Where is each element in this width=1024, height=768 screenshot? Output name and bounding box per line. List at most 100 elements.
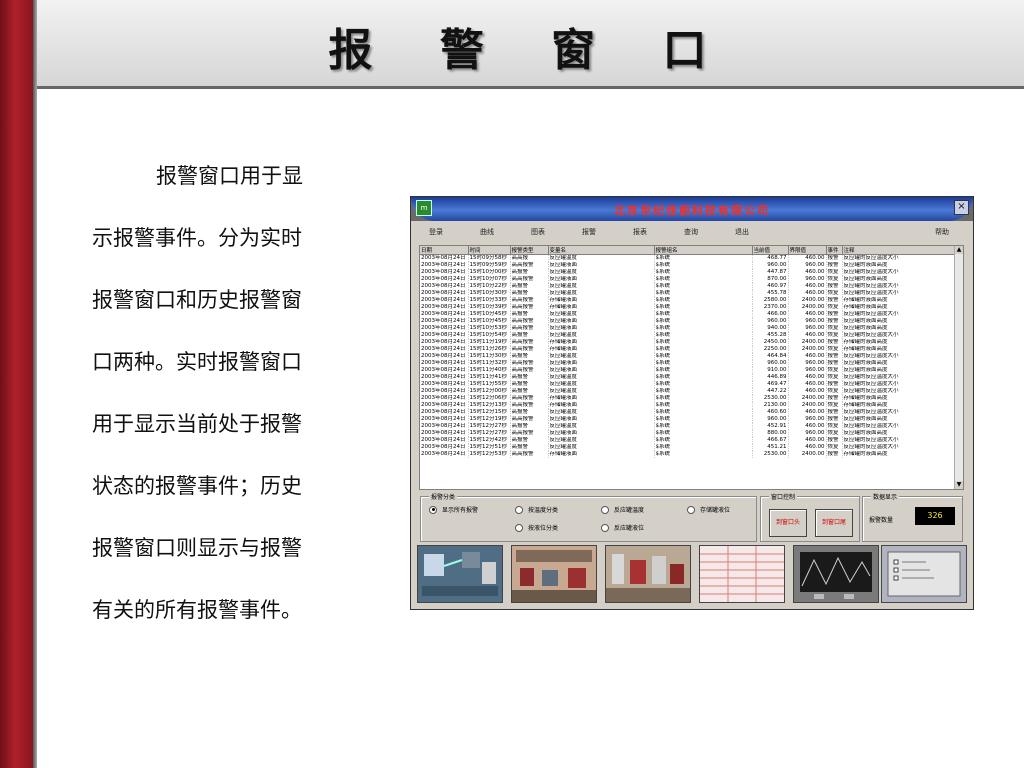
table-row[interactable]: 2003年08月24日 15时10分30秒 高报警 反应罐温度 $系统 455.78 460… [420, 290, 955, 297]
table-cell: 15时12分51秒 [468, 444, 511, 451]
table-cell: 恢复 [826, 374, 843, 381]
to-window-head-button[interactable]: 到窗口头 [769, 509, 807, 537]
table-row[interactable]: 2003年08月24日 15时09分58秒 高高报 反应罐温度 $系统 468.77 460… [420, 254, 955, 262]
radio-reactor-temperature[interactable]: 反应罐温度 [601, 505, 644, 514]
table-cell: 反应罐的反应温度大小 [842, 374, 955, 381]
table-cell: 反应罐的反应温度大小 [842, 437, 955, 444]
table-cell: 15时10分22秒 [468, 283, 511, 290]
trend-screen-thumbnail[interactable] [793, 545, 879, 603]
table-row[interactable]: 2003年08月24日 15时12分51秒 高报警 反应罐温度 $系统 451.21 460… [420, 444, 955, 451]
table-cell: 960.00 [752, 360, 789, 367]
table-row[interactable]: 2003年08月24日 15时11分26秒 高高报警 存储罐液面 $系统 2250.00 2… [420, 346, 955, 353]
table-row[interactable]: 2003年08月24日 15时12分27秒 高报警 反应罐温度 $系统 452.91 460… [420, 423, 955, 430]
table-row[interactable]: 2003年08月24日 15时10分22秒 高报警 反应罐温度 $系统 460.97 460… [420, 283, 955, 290]
table-row[interactable]: 2003年08月24日 15时12分15秒 高报警 反应罐温度 $系统 460.60 460… [420, 409, 955, 416]
table-row[interactable]: 2003年08月24日 15时12分42秒 高报警 反应罐温度 $系统 466.67 460… [420, 437, 955, 444]
menu-chart[interactable]: 图表 [521, 225, 572, 239]
table-cell: 15时10分45秒 [468, 318, 511, 325]
table-row[interactable]: 2003年08月24日 15时10分33秒 高高报警 存储罐液面 $系统 2580.00 2… [420, 297, 955, 304]
table-row[interactable]: 2003年08月24日 15时11分19秒 高高报警 存储罐液面 $系统 2450.00 2… [420, 339, 955, 346]
menu-report[interactable]: 报表 [623, 225, 674, 239]
table-row[interactable]: 2003年08月24日 15时11分30秒 高报警 反应罐温度 $系统 464.84 460… [420, 353, 955, 360]
dialog-screen-thumbnail[interactable] [881, 545, 967, 603]
table-cell: 2003年08月24日 [420, 290, 469, 297]
menu-help[interactable]: 帮助 [935, 225, 965, 239]
close-icon[interactable]: × [954, 200, 969, 215]
table-row[interactable]: 2003年08月24日 15时12分13秒 高高报警 存储罐液面 $系统 2130.00 2… [420, 402, 955, 409]
table-cell: 高高报警 [510, 339, 549, 346]
table-cell: 存储罐液面 [548, 346, 655, 353]
table-cell: 469.47 [752, 381, 789, 388]
scroll-down-arrow-icon[interactable]: ▼ [955, 481, 963, 489]
table-column-header[interactable]: 变量名 [548, 246, 655, 255]
table-cell: 2003年08月24日 [420, 409, 469, 416]
report-table-icon [700, 546, 784, 602]
table-cell: 存储罐的液面高度 [842, 304, 955, 311]
table-cell: 15时12分27秒 [468, 430, 511, 437]
table-row[interactable]: 2003年08月24日 15时10分45秒 高报警 反应罐温度 $系统 466.00 460… [420, 311, 955, 318]
menu-query[interactable]: 查询 [674, 225, 725, 239]
data-display-group: 数据显示 报警数量 326 [862, 492, 963, 542]
menu-login[interactable]: 登录 [419, 225, 470, 239]
table-row[interactable]: 2003年08月24日 15时12分19秒 高高报警 反应罐液面 $系统 960.00 96… [420, 416, 955, 423]
table-column-header[interactable]: 时间 [468, 246, 511, 255]
radio-all-alarms[interactable]: 显示所有报警 [429, 505, 478, 514]
table-column-header[interactable]: 当前值 [752, 246, 789, 255]
table-cell: 460.00 [788, 388, 827, 395]
table-row[interactable]: 2003年08月24日 15时10分45秒 高高报警 反应罐液面 $系统 960.00 96… [420, 318, 955, 325]
table-column-header[interactable]: 注释 [842, 246, 955, 255]
table-cell: 460.97 [752, 283, 789, 290]
table-row[interactable]: 2003年08月24日 15时12分53秒 高高报警 存储罐液面 $系统 2530.00 2… [420, 451, 955, 458]
to-window-tail-button[interactable]: 到窗口尾 [815, 509, 853, 537]
menu-curve[interactable]: 曲线 [470, 225, 521, 239]
settings-dialog-icon [882, 546, 966, 602]
menu-alarm[interactable]: 报警 [572, 225, 623, 239]
table-column-header[interactable]: 报警组名 [654, 246, 753, 255]
table-cell: $系统 [654, 269, 753, 276]
table-row[interactable]: 2003年08月24日 15时12分06秒 高高报警 存储罐液面 $系统 2530.00 2… [420, 395, 955, 402]
table-cell: 反应罐液面 [548, 318, 655, 325]
table-cell: 报警 [826, 339, 843, 346]
table-column-header[interactable]: 界限值 [788, 246, 827, 255]
table-cell: 2530.00 [752, 451, 789, 458]
alarm-grid: 日期 时间 报警类型 变量名 报警组名 当前值 界限值 事件 注释 2003年08月24日 15时… [420, 246, 955, 458]
table-column-header[interactable]: 日期 [420, 246, 469, 255]
table-cell: 460.00 [788, 269, 827, 276]
scroll-up-arrow-icon[interactable]: ▲ [955, 246, 963, 254]
table-row[interactable]: 2003年08月24日 15时10分54秒 高报警 反应罐温度 $系统 455.28 460… [420, 332, 955, 339]
table-row[interactable]: 2003年08月24日 15时11分32秒 高高报警 反应罐液面 $系统 960.00 96… [420, 360, 955, 367]
table-row[interactable]: 2003年08月24日 15时10分07秒 高高报警 反应罐液面 $系统 870.00 96… [420, 276, 955, 283]
table-row[interactable]: 2003年08月24日 15时10分00秒 高报警 反应罐温度 $系统 447.87 460… [420, 269, 955, 276]
process-screen-thumbnail[interactable] [417, 545, 503, 603]
radio-by-level[interactable]: 按液位分类 [515, 523, 558, 532]
table-row[interactable]: 2003年08月24日 15时12分00秒 高报警 反应罐温度 $系统 447.22 460… [420, 388, 955, 395]
workshop-screen-thumbnail[interactable] [511, 545, 597, 603]
menu-exit[interactable]: 退出 [725, 225, 776, 239]
table-cell: 反应罐液面 [548, 430, 655, 437]
table-row[interactable]: 2003年08月24日 15时11分41秒 高报警 反应罐温度 $系统 446.89 460… [420, 374, 955, 381]
table-row[interactable]: 2003年08月24日 15时10分39秒 高高报警 存储罐液面 $系统 2370.00 2… [420, 304, 955, 311]
table-row[interactable]: 2003年08月24日 15时10分53秒 高高报警 反应罐液面 $系统 940.00 96… [420, 325, 955, 332]
table-column-header[interactable]: 报警类型 [510, 246, 549, 255]
table-row[interactable]: 2003年08月24日 15时12分27秒 高高报警 反应罐液面 $系统 880.00 96… [420, 430, 955, 437]
table-cell: 15时11分55秒 [468, 381, 511, 388]
table-cell: 高高报警 [510, 325, 549, 332]
radio-by-temperature[interactable]: 按温度分类 [515, 505, 558, 514]
radio-reactor-level[interactable]: 反应罐液位 [601, 523, 644, 532]
radio-storage-level[interactable]: 存储罐液位 [687, 505, 730, 514]
table-cell: 15时10分53秒 [468, 325, 511, 332]
table-cell: 报警 [826, 437, 843, 444]
table-cell: 高高报警 [510, 367, 549, 374]
report-screen-thumbnail[interactable] [699, 545, 785, 603]
table-row[interactable]: 2003年08月24日 15时11分40秒 高高报警 反应罐液面 $系统 910.00 96… [420, 367, 955, 374]
page-title: 报 警 窗 口 [328, 25, 733, 76]
table-cell: 2003年08月24日 [420, 451, 469, 458]
table-cell: $系统 [654, 409, 753, 416]
table-cell: 15时10分54秒 [468, 332, 511, 339]
table-row[interactable]: 2003年08月24日 15时11分55秒 高报警 反应罐温度 $系统 469.47 460… [420, 381, 955, 388]
table-column-header[interactable]: 事件 [826, 246, 843, 255]
table-row[interactable]: 2003年08月24日 15时09分59秒 高高报警 反应罐液面 $系统 960.00 96… [420, 262, 955, 269]
table-scrollbar[interactable]: ▲ ▼ [954, 246, 963, 489]
plant-screen-thumbnail[interactable] [605, 545, 691, 603]
table-cell: 反应罐的反应温度大小 [842, 269, 955, 276]
